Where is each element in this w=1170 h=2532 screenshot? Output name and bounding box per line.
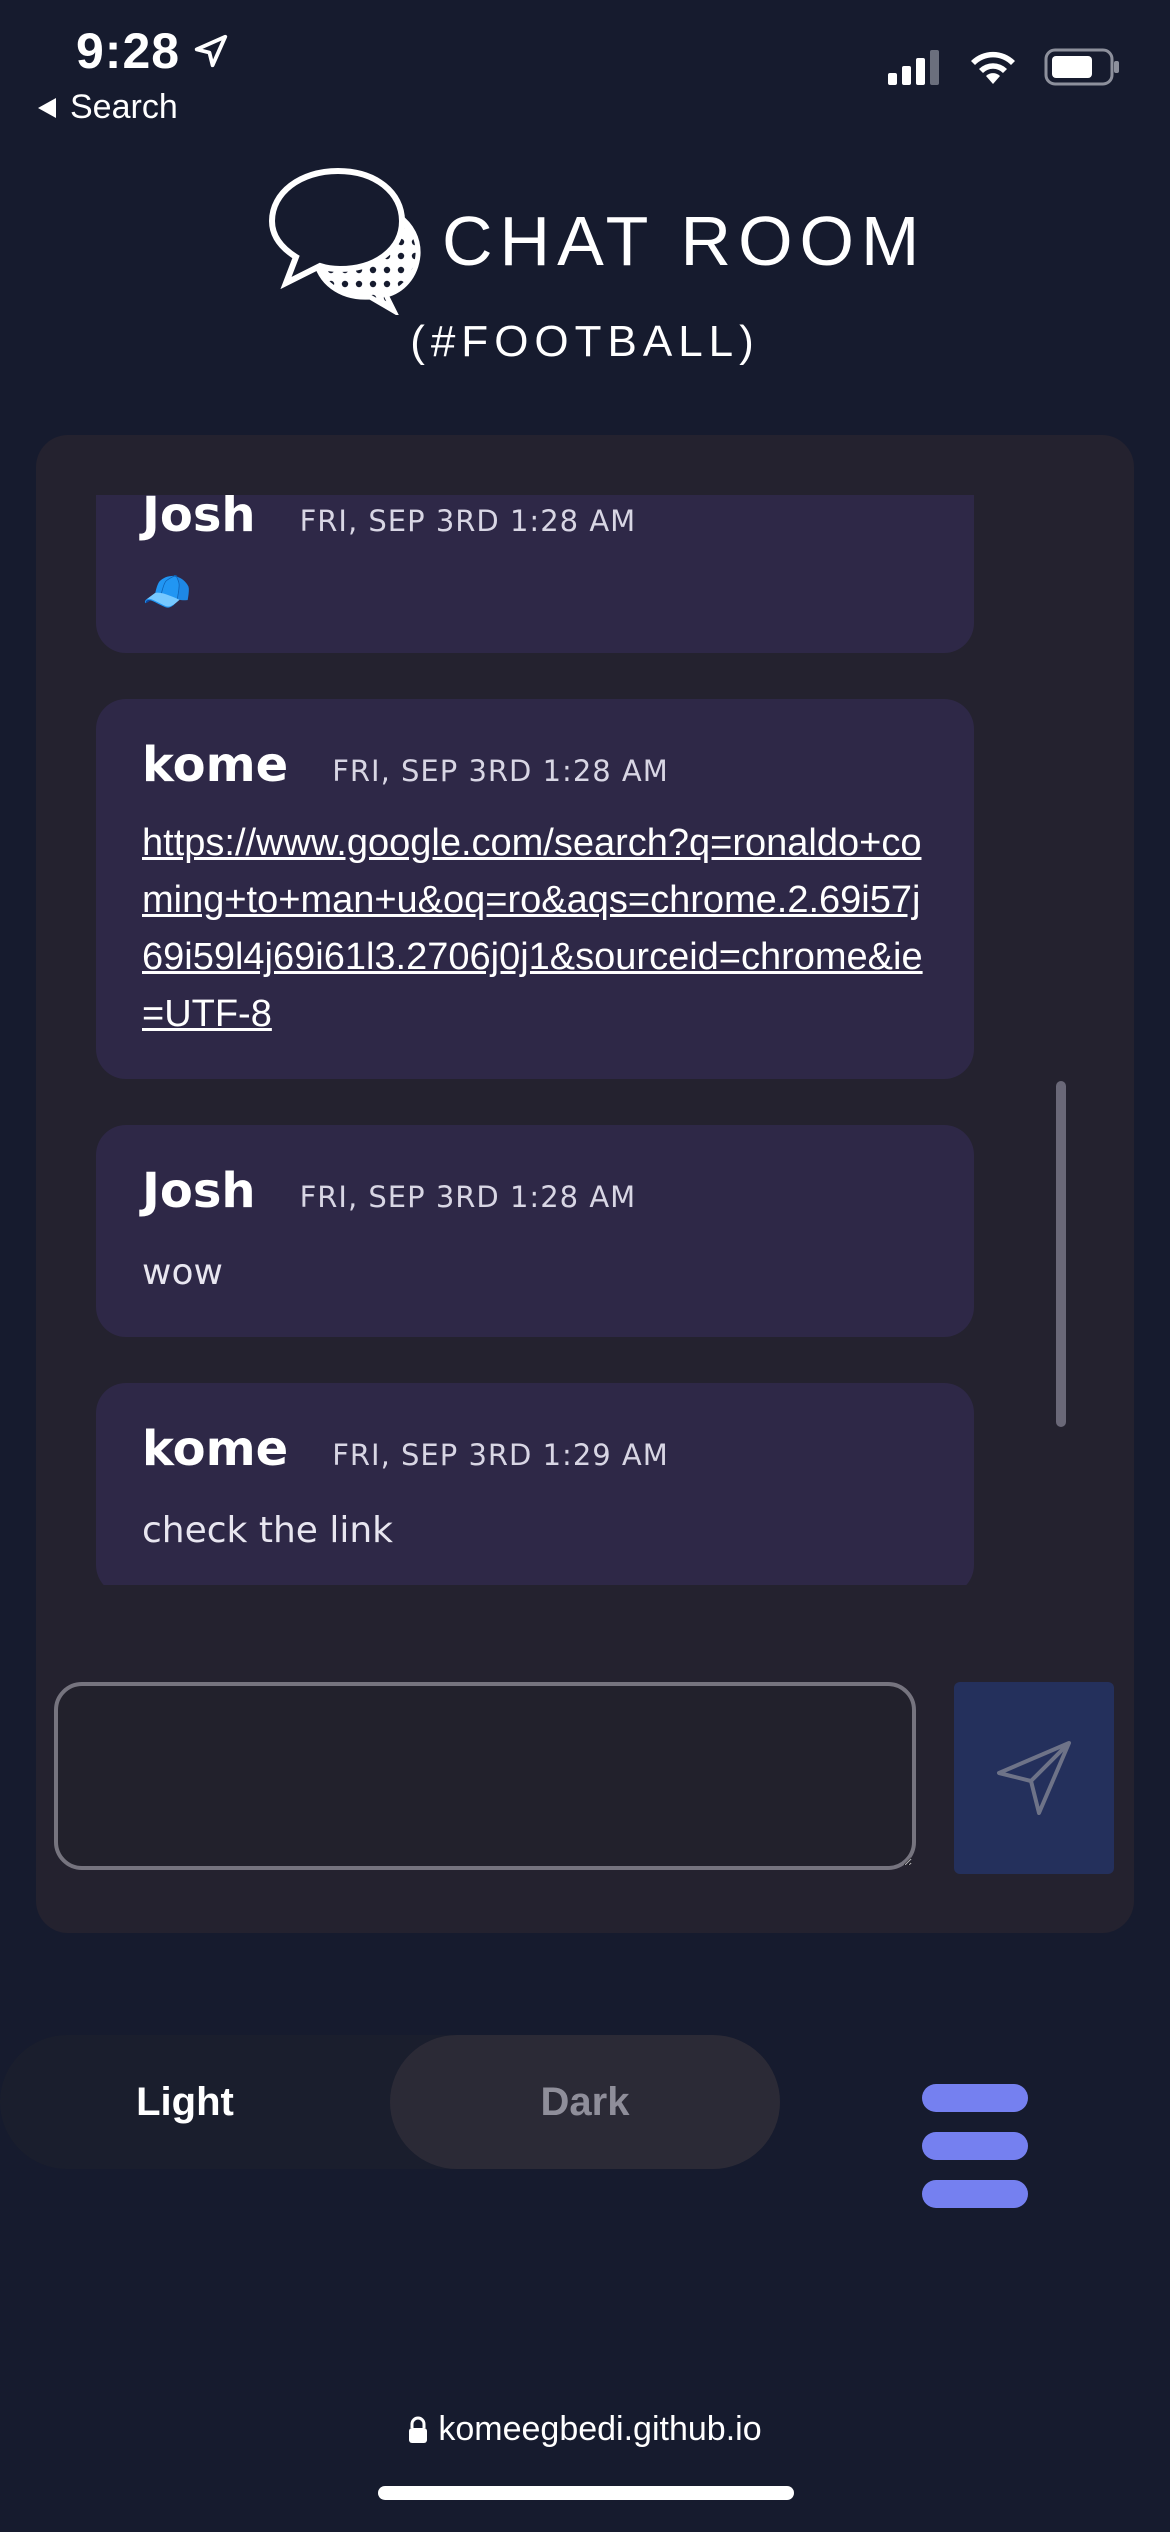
message-header: Josh FRI, SEP 3RD 1:28 AM — [142, 495, 928, 543]
back-triangle-icon — [38, 97, 56, 118]
status-time-label: 9:28 — [76, 23, 181, 79]
message-bubble: kome FRI, SEP 3RD 1:28 AM https://www.go… — [96, 699, 974, 1079]
battery-icon — [1044, 48, 1119, 86]
home-indicator[interactable] — [378, 2486, 794, 2500]
back-to-search-button[interactable]: Search — [36, 88, 178, 127]
message-bubble: Josh FRI, SEP 3RD 1:28 AM wow — [96, 1125, 974, 1337]
menu-bar — [922, 2180, 1028, 2208]
message-author: Josh — [142, 1163, 256, 1219]
theme-dark-option[interactable]: Dark — [390, 2035, 780, 2169]
message-header: kome FRI, SEP 3RD 1:29 AM — [142, 1421, 928, 1477]
theme-light-option[interactable]: Light — [0, 2035, 370, 2169]
message-header: kome FRI, SEP 3RD 1:28 AM — [142, 737, 928, 793]
theme-toggle: Light Dark — [0, 2035, 780, 2169]
message-text: wow — [142, 1252, 223, 1293]
message-input[interactable] — [54, 1682, 916, 1870]
message-bubble: kome FRI, SEP 3RD 1:29 AM check the link — [96, 1383, 974, 1585]
message-timestamp: FRI, SEP 3RD 1:28 AM — [332, 754, 669, 788]
menu-bar — [922, 2084, 1028, 2112]
menu-bar — [922, 2132, 1028, 2160]
message-link[interactable]: https://www.google.com/search?q=ronaldo+… — [142, 815, 928, 1043]
lock-icon — [409, 2416, 428, 2443]
page-header: CHAT ROOM (#FOOTBALL) — [0, 165, 1170, 385]
browser-url: komeegbedi.github.io — [438, 2410, 762, 2448]
paper-plane-icon — [997, 1741, 1071, 1815]
message-timestamp: FRI, SEP 3RD 1:28 AM — [299, 504, 637, 538]
message-author: kome — [142, 737, 289, 793]
message-header: Josh FRI, SEP 3RD 1:28 AM — [142, 1163, 928, 1219]
message-timestamp: FRI, SEP 3RD 1:28 AM — [299, 1180, 637, 1214]
status-indicators — [888, 48, 1120, 86]
messages-scroll-content: Josh FRI, SEP 3RD 1:28 AM 🧢 kome FRI, SE… — [96, 495, 1016, 1585]
chat-bubbles-logo-icon — [268, 167, 421, 315]
messages-scrollbar[interactable] — [1056, 1081, 1066, 1427]
chat-panel: Josh FRI, SEP 3RD 1:28 AM 🧢 kome FRI, SE… — [36, 435, 1134, 1933]
wifi-icon — [971, 51, 1015, 84]
send-button[interactable] — [954, 1682, 1114, 1874]
status-time: 9:28 — [76, 22, 230, 80]
message-text: check the link — [142, 1510, 394, 1551]
back-label: Search — [70, 88, 178, 126]
message-timestamp: FRI, SEP 3RD 1:29 AM — [332, 1438, 669, 1472]
messages-list[interactable]: Josh FRI, SEP 3RD 1:28 AM 🧢 kome FRI, SE… — [96, 495, 1016, 1585]
location-arrow-icon — [194, 34, 228, 68]
hamburger-menu-icon[interactable] — [922, 2084, 1030, 2212]
page-title: CHAT ROOM — [442, 202, 927, 280]
message-emoji: 🧢 — [142, 570, 192, 614]
message-bubble: Josh FRI, SEP 3RD 1:28 AM 🧢 — [96, 495, 974, 653]
cellular-signal-icon — [888, 50, 939, 85]
message-author: Josh — [142, 495, 256, 543]
message-author: kome — [142, 1421, 289, 1477]
chat-room-screen: 9:28 Search CHAT ROOM (#FOOTBALL) Josh F… — [0, 0, 1170, 2532]
channel-name: (#FOOTBALL) — [410, 317, 760, 366]
browser-url-bar[interactable]: komeegbedi.github.io — [0, 2410, 1170, 2449]
